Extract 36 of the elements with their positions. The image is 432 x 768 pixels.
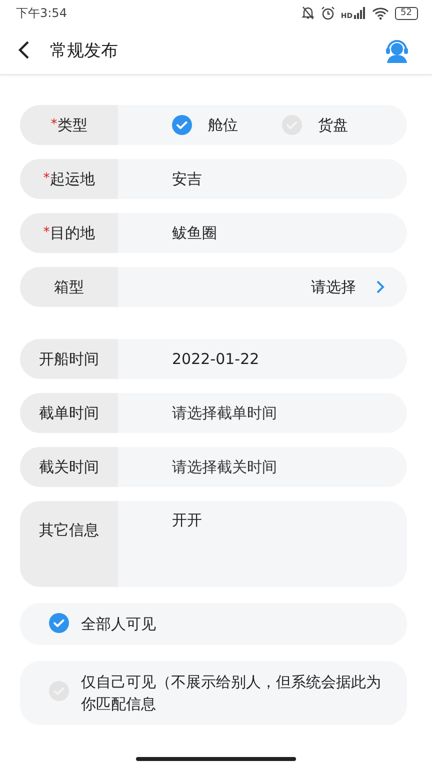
field-label: 其它信息	[39, 521, 99, 540]
check-icon[interactable]	[49, 613, 69, 633]
field-label: 目的地	[50, 224, 95, 242]
field-label: 箱型	[54, 278, 84, 296]
field-label: 截单时间	[39, 404, 99, 422]
required-mark: *	[43, 171, 50, 186]
required-mark: *	[43, 225, 50, 240]
option-label[interactable]: 货盘	[318, 116, 348, 134]
bell-off-icon	[300, 6, 315, 20]
alarm-icon	[320, 6, 335, 20]
input-field[interactable]: 请选择截单时间	[172, 404, 277, 422]
field-label: 类型	[57, 116, 88, 134]
page-title: 常规发布	[50, 40, 119, 62]
visibility-option[interactable]: 仅自己可见（不展示给别人，但系统会据此为你匹配信息	[20, 661, 407, 725]
option-label: 仅自己可见（不展示给别人，但系统会据此为你匹配信息	[81, 672, 382, 715]
input-field[interactable]: 安吉	[172, 170, 202, 188]
text-area[interactable]: 开开	[172, 511, 202, 530]
input-field[interactable]: 2022-01-22	[172, 350, 260, 368]
field-label: 起运地	[50, 170, 95, 188]
option-label[interactable]: 舱位	[208, 116, 238, 134]
status-time: 下午3:54	[16, 4, 67, 22]
signal-icon	[354, 7, 366, 19]
chevron-icon[interactable]	[376, 280, 385, 294]
back-icon[interactable]	[18, 41, 30, 59]
visibility-option[interactable]: 全部人可见	[20, 603, 407, 645]
select-field[interactable]: 请选择	[311, 278, 356, 296]
required-mark: *	[50, 117, 58, 132]
customer-service-icon[interactable]	[384, 37, 410, 63]
wifi-icon	[372, 6, 389, 20]
check-icon[interactable]	[172, 115, 192, 135]
field-label: 开船时间	[39, 350, 99, 368]
option-label: 全部人可见	[81, 614, 156, 635]
field-label: 截关时间	[39, 458, 99, 476]
input-field[interactable]: 请选择截关时间	[172, 458, 277, 476]
battery-indicator: 52	[394, 6, 418, 20]
input-field[interactable]: 鲅鱼圈	[172, 224, 217, 242]
